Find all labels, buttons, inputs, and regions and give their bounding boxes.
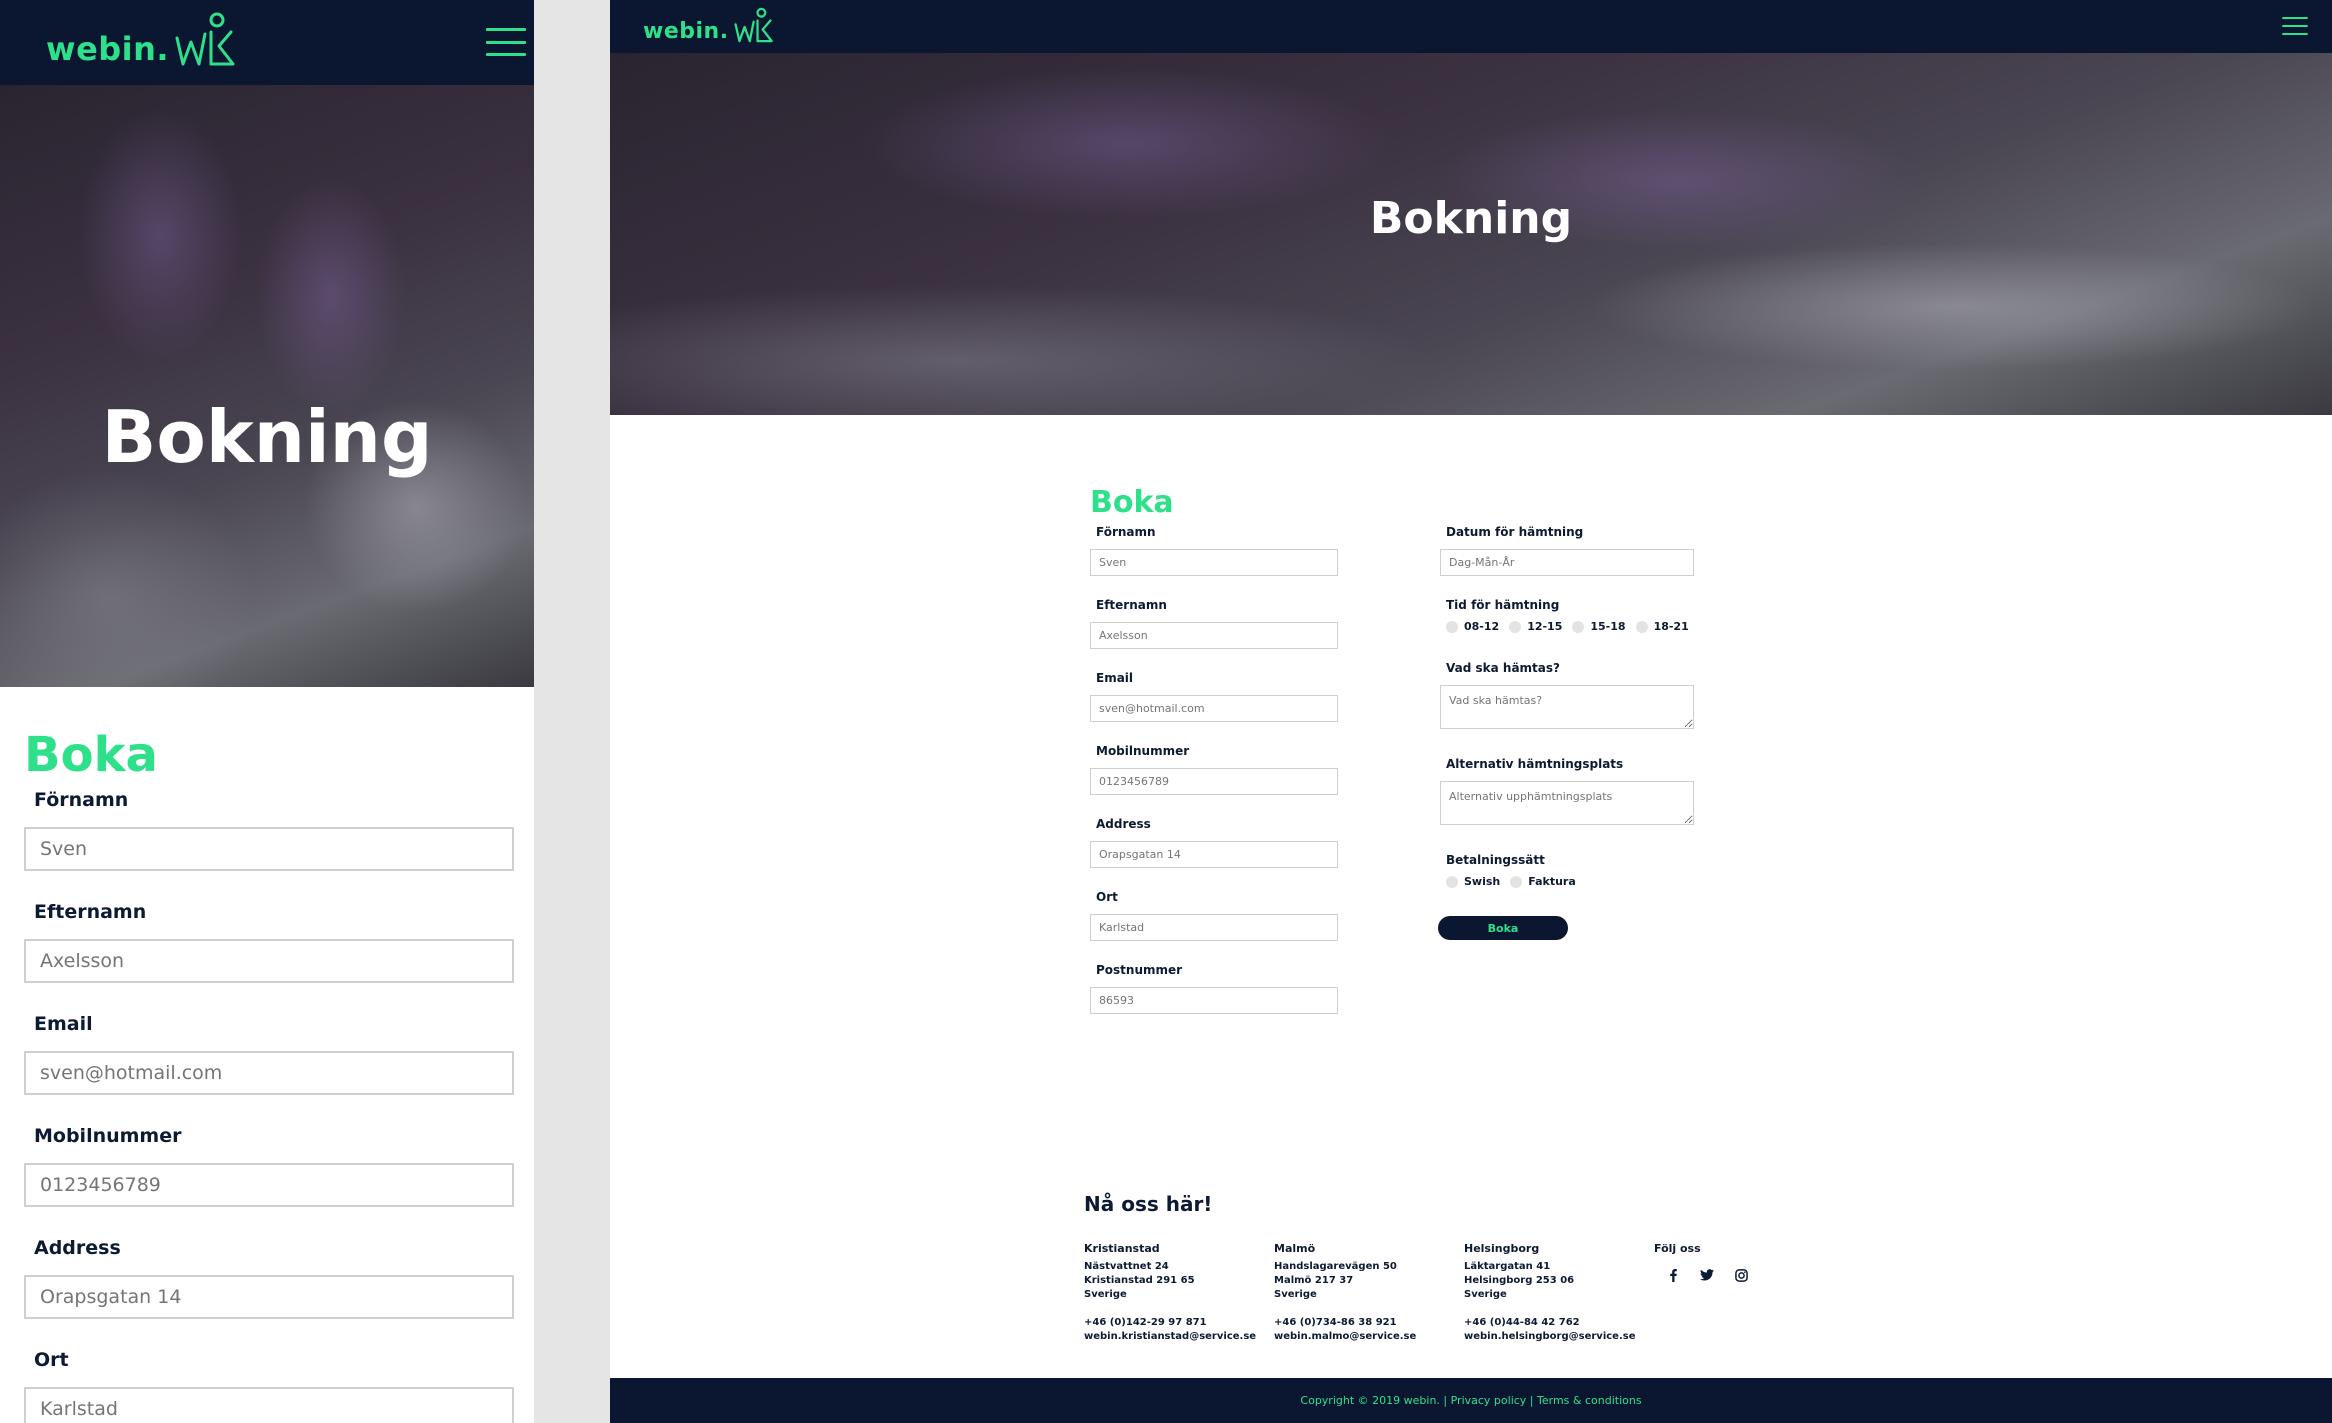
efternamn-field[interactable] xyxy=(24,939,514,983)
mobilnummer-label: Mobilnummer xyxy=(1096,744,1190,758)
boka-button[interactable]: Boka xyxy=(1438,916,1568,940)
desktop-navbar: webin. xyxy=(610,0,2332,53)
hero-banner: Bokning xyxy=(610,53,2332,415)
form-heading: Boka xyxy=(24,727,158,783)
fornamn-field[interactable] xyxy=(24,827,514,871)
contact-heading: Nå oss här! xyxy=(1084,1192,1213,1216)
fornamn-label: Förnamn xyxy=(34,789,129,811)
efternamn-field[interactable] xyxy=(1090,622,1338,649)
ort-label: Ort xyxy=(34,1349,69,1371)
form-column-right: Datum för hämtning Tid för hämtning 08-1… xyxy=(1438,525,1700,940)
betalning-radio-swish[interactable]: Swish xyxy=(1446,875,1500,888)
email-field[interactable] xyxy=(24,1051,514,1095)
form-column-left: Förnamn Efternamn Email Mobilnummer Addr… xyxy=(1090,525,1340,1036)
logo-mark-icon xyxy=(175,12,235,66)
email-field[interactable] xyxy=(1090,695,1338,722)
office-helsingborg: Helsingborg Läktargatan 41 Helsingborg 2… xyxy=(1464,1242,1654,1344)
address-field[interactable] xyxy=(24,1275,514,1319)
desktop-view: webin. Bokning Boka Förnamn Efternamn Em… xyxy=(610,0,2332,1423)
alternativ-textarea[interactable] xyxy=(1440,781,1694,825)
tid-radio-group: 08-12 12-15 15-18 18-21 xyxy=(1446,620,1700,633)
postnummer-field[interactable] xyxy=(1090,987,1338,1014)
radio-icon xyxy=(1510,875,1523,888)
betalning-label: Betalningssätt xyxy=(1446,853,1545,867)
hamburger-menu-icon[interactable] xyxy=(2282,17,2308,35)
tid-radio-15-18[interactable]: 15-18 xyxy=(1572,620,1626,633)
office-kristianstad: Kristianstad Nästvattnet 24 Kristianstad… xyxy=(1084,1242,1274,1344)
datum-label: Datum för hämtning xyxy=(1446,525,1584,539)
radio-icon xyxy=(1572,620,1585,633)
footer: Copyright © 2019 webin. | Privacy policy… xyxy=(610,1378,2332,1423)
efternamn-label: Efternamn xyxy=(34,901,147,923)
radio-icon xyxy=(1446,875,1458,888)
betalning-radio-group: Swish Faktura xyxy=(1446,875,1700,888)
tid-radio-08-12[interactable]: 08-12 xyxy=(1446,620,1499,633)
fornamn-label: Förnamn xyxy=(1096,525,1156,539)
address-label: Address xyxy=(1096,817,1151,831)
address-label: Address xyxy=(34,1237,121,1259)
office-email-link[interactable]: webin.kristianstad@service.se xyxy=(1084,1330,1274,1344)
form-heading: Boka xyxy=(1090,485,1174,520)
alternativ-label: Alternativ hämtningsplats xyxy=(1446,757,1624,771)
mobilnummer-label: Mobilnummer xyxy=(34,1125,182,1147)
logo[interactable]: webin. xyxy=(46,10,235,68)
vad-label: Vad ska hämtas? xyxy=(1446,661,1560,675)
twitter-icon[interactable] xyxy=(1700,1268,1714,1282)
logo[interactable]: webin. xyxy=(643,6,773,44)
hero-title: Bokning xyxy=(1369,193,1573,244)
booking-form: Boka Förnamn Efternamn Email Mobilnummer… xyxy=(0,687,534,1423)
mobilnummer-field[interactable] xyxy=(24,1163,514,1207)
radio-icon xyxy=(1446,620,1458,633)
vad-textarea[interactable] xyxy=(1440,685,1694,729)
ort-label: Ort xyxy=(1096,890,1118,904)
hero-title: Bokning xyxy=(101,395,433,479)
office-malmo: Malmö Handslagarevägen 50 Malmö 217 37 S… xyxy=(1274,1242,1464,1344)
hero-banner: Bokning xyxy=(0,85,534,687)
email-label: Email xyxy=(1096,671,1134,685)
email-label: Email xyxy=(34,1013,93,1035)
address-field[interactable] xyxy=(1090,841,1338,868)
ort-field[interactable] xyxy=(24,1387,514,1423)
radio-icon xyxy=(1635,620,1648,633)
postnummer-label: Postnummer xyxy=(1096,963,1183,977)
instagram-icon[interactable] xyxy=(1734,1268,1748,1282)
mobilnummer-field[interactable] xyxy=(1090,768,1338,795)
follow-us: Följ oss xyxy=(1654,1242,1844,1344)
mobile-navbar: webin. xyxy=(0,0,534,85)
ort-field[interactable] xyxy=(1090,914,1338,941)
facebook-icon[interactable] xyxy=(1666,1268,1680,1282)
hamburger-menu-icon[interactable] xyxy=(486,28,526,56)
tid-radio-18-21[interactable]: 18-21 xyxy=(1635,620,1689,633)
datum-field[interactable] xyxy=(1440,549,1694,576)
office-email-link[interactable]: webin.malmo@service.se xyxy=(1274,1330,1464,1344)
office-email-link[interactable]: webin.helsingborg@service.se xyxy=(1464,1330,1654,1344)
fornamn-field[interactable] xyxy=(1090,549,1338,576)
betalning-radio-faktura[interactable]: Faktura xyxy=(1510,875,1576,888)
efternamn-label: Efternamn xyxy=(1096,598,1167,612)
tid-label: Tid för hämtning xyxy=(1446,598,1560,612)
logo-mark-icon xyxy=(734,7,773,43)
footer-copyright: Copyright © 2019 webin. | Privacy policy… xyxy=(1300,1394,1642,1407)
booking-form: Boka Förnamn Efternamn Email Mobilnummer… xyxy=(1090,485,1790,1014)
mobile-view: webin. Bokning Boka Förnamn Efternamn Em… xyxy=(0,0,534,1423)
tid-radio-12-15[interactable]: 12-15 xyxy=(1509,620,1562,633)
radio-icon xyxy=(1509,620,1522,633)
contact-section: Nå oss här! Kristianstad Nästvattnet 24 … xyxy=(1084,1192,1844,1344)
